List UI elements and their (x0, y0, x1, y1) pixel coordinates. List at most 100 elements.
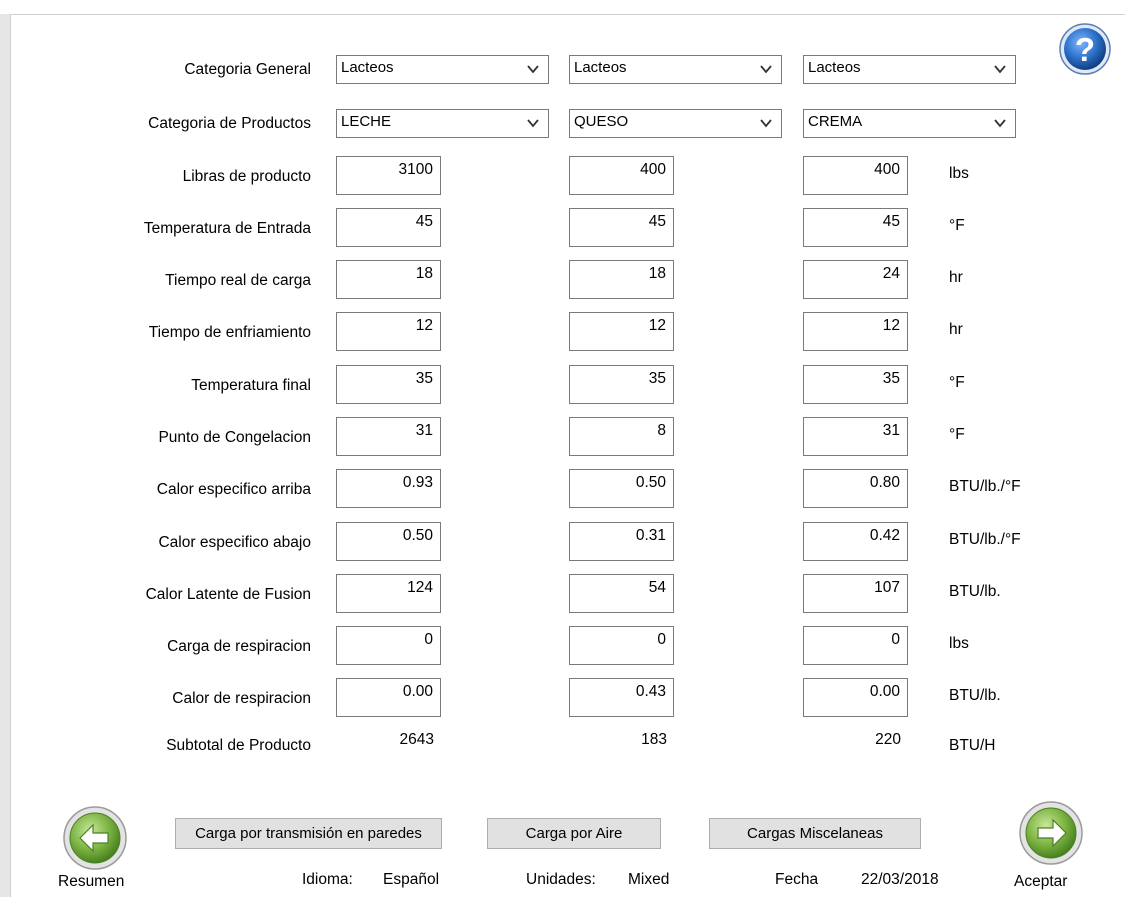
row-label: Calor especifico abajo (158, 534, 311, 551)
value-field[interactable]: 8 (569, 417, 674, 456)
unit-label: BTU/lb. (949, 687, 1001, 704)
categoria-productos-select-3[interactable]: CREMA (803, 109, 1016, 138)
unit-label: BTU/lb./°F (949, 531, 1021, 548)
value-field[interactable]: 45 (336, 208, 441, 247)
value-field[interactable]: 0 (336, 626, 441, 665)
unit-label: lbs (949, 165, 969, 182)
categoria-general-select-2[interactable]: Lacteos (569, 55, 782, 84)
categoria-general-select-1[interactable]: Lacteos (336, 55, 549, 84)
language-label: Idioma: (302, 871, 353, 888)
select-value: LECHE (341, 113, 392, 130)
value-field[interactable]: 0.00 (803, 678, 908, 717)
row-label: Calor Latente de Fusion (145, 586, 311, 603)
value-field[interactable]: 24 (803, 260, 908, 299)
value-field[interactable]: 18 (569, 260, 674, 299)
categoria-general-label: Categoria General (184, 61, 311, 78)
units-value: Mixed (628, 871, 670, 888)
categoria-productos-label: Categoria de Productos (148, 115, 311, 132)
value-field[interactable]: 400 (569, 156, 674, 195)
value-field[interactable]: 31 (803, 417, 908, 456)
value-field[interactable]: 54 (569, 574, 674, 613)
select-value: Lacteos (574, 59, 627, 76)
subtotal-value: 2643 (399, 731, 434, 748)
row-label: Punto de Congelacion (158, 429, 311, 446)
chevron-down-icon (760, 65, 772, 74)
row-label: Calor especifico arriba (156, 481, 311, 498)
value-field[interactable]: 0.50 (569, 469, 674, 508)
arrow-right-icon (1019, 801, 1083, 865)
row-label: Temperatura de Entrada (143, 220, 311, 237)
value-field[interactable]: 45 (569, 208, 674, 247)
value-field[interactable]: 45 (803, 208, 908, 247)
subtotal-unit: BTU/H (949, 737, 996, 754)
select-value: Lacteos (808, 59, 861, 76)
row-label: Carga de respiracion (167, 638, 311, 655)
chevron-down-icon (527, 119, 539, 128)
select-value: QUESO (574, 113, 629, 130)
chevron-down-icon (760, 119, 772, 128)
row-label: Calor de respiracion (172, 690, 311, 707)
unit-label: °F (949, 374, 965, 391)
unit-label: lbs (949, 635, 969, 652)
accept-label[interactable]: Aceptar (1014, 873, 1067, 891)
value-field[interactable]: 35 (803, 365, 908, 404)
value-field[interactable]: 31 (336, 417, 441, 456)
value-field[interactable]: 0.80 (803, 469, 908, 508)
row-label: Libras de producto (182, 168, 311, 185)
question-mark-icon: ? (1059, 23, 1111, 75)
row-label: Tiempo de enfriamiento (148, 324, 311, 341)
value-field[interactable]: 12 (569, 312, 674, 351)
walls-load-button[interactable]: Carga por transmisión en paredes (175, 818, 442, 849)
row-label: Temperatura final (191, 377, 311, 394)
categoria-productos-select-1[interactable]: LECHE (336, 109, 549, 138)
chevron-down-icon (527, 65, 539, 74)
unit-label: °F (949, 217, 965, 234)
row-label: Tiempo real de carga (165, 272, 311, 289)
value-field[interactable]: 35 (336, 365, 441, 404)
date-label: Fecha (775, 871, 819, 888)
window-top-edge (0, 0, 1125, 15)
value-field[interactable]: 0.43 (569, 678, 674, 717)
subtotal-label: Subtotal de Producto (166, 737, 311, 754)
air-load-button[interactable]: Carga por Aire (487, 818, 661, 849)
back-button[interactable] (62, 805, 128, 871)
value-field[interactable]: 107 (803, 574, 908, 613)
arrow-left-icon (63, 806, 127, 870)
unit-label: hr (949, 321, 963, 338)
value-field[interactable]: 12 (336, 312, 441, 351)
accept-button[interactable] (1018, 800, 1084, 866)
units-label: Unidades: (526, 871, 596, 888)
window-left-edge (0, 14, 11, 897)
value-field[interactable]: 0.50 (336, 522, 441, 561)
value-field[interactable]: 0.93 (336, 469, 441, 508)
categoria-productos-select-2[interactable]: QUESO (569, 109, 782, 138)
value-field[interactable]: 3100 (336, 156, 441, 195)
value-field[interactable]: 35 (569, 365, 674, 404)
value-field[interactable]: 0.42 (803, 522, 908, 561)
select-value: CREMA (808, 113, 863, 130)
date-value: 22/03/2018 (861, 871, 939, 888)
value-field[interactable]: 12 (803, 312, 908, 351)
subtotal-value: 220 (875, 731, 901, 748)
misc-load-button[interactable]: Cargas Miscelaneas (709, 818, 921, 849)
back-label[interactable]: Resumen (58, 873, 124, 891)
value-field[interactable]: 124 (336, 574, 441, 613)
select-value: Lacteos (341, 59, 394, 76)
chevron-down-icon (994, 119, 1006, 128)
subtotal-value: 183 (641, 731, 667, 748)
value-field[interactable]: 0 (803, 626, 908, 665)
unit-label: °F (949, 426, 965, 443)
chevron-down-icon (994, 65, 1006, 74)
categoria-general-select-3[interactable]: Lacteos (803, 55, 1016, 84)
svg-text:?: ? (1075, 31, 1095, 68)
help-button[interactable]: ? (1058, 22, 1112, 76)
unit-label: hr (949, 269, 963, 286)
value-field[interactable]: 0.31 (569, 522, 674, 561)
unit-label: BTU/lb./°F (949, 478, 1021, 495)
value-field[interactable]: 0 (569, 626, 674, 665)
value-field[interactable]: 18 (336, 260, 441, 299)
language-value: Español (383, 871, 440, 888)
value-field[interactable]: 0.00 (336, 678, 441, 717)
unit-label: BTU/lb. (949, 583, 1001, 600)
value-field[interactable]: 400 (803, 156, 908, 195)
